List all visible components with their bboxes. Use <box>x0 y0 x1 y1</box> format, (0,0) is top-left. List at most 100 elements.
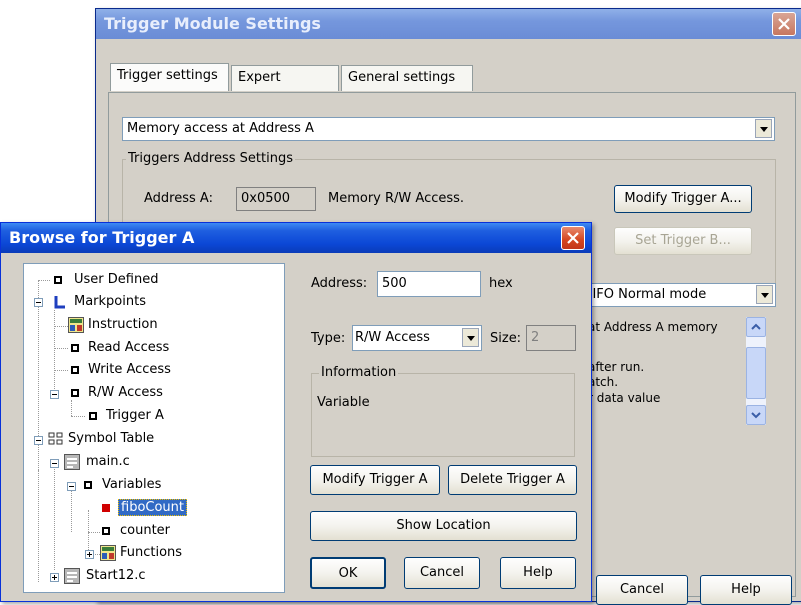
tree-item-trigger-a[interactable]: Trigger A <box>86 407 164 425</box>
dialog-cancel-button[interactable]: Cancel <box>404 557 480 589</box>
tab-expert-triggers[interactable]: Expert triggers <box>231 65 339 109</box>
main-help-button[interactable]: Help <box>700 575 792 605</box>
collapse-toggle[interactable] <box>67 482 76 491</box>
dialog-help-button[interactable]: Help <box>500 557 576 589</box>
expand-toggle[interactable] <box>85 550 94 559</box>
tree-line <box>71 416 85 417</box>
size-label: Size: <box>490 331 522 346</box>
description-line: at Address A memory <box>588 320 718 334</box>
square-node-icon <box>84 481 92 489</box>
access-description: Memory R/W Access. <box>328 191 465 206</box>
fifo-mode-select[interactable]: FIFO Normal mode <box>580 283 776 307</box>
modify-trigger-a-button[interactable]: Modify Trigger A... <box>614 185 752 213</box>
address-a-label: Address A: <box>144 191 213 206</box>
button-label: Modify Trigger A <box>322 472 428 487</box>
tree-item-main-c[interactable]: main.c <box>64 453 130 471</box>
tree-item-instruction[interactable]: Instruction <box>68 316 158 334</box>
tab-trigger-settings[interactable]: Trigger settings <box>110 63 229 91</box>
main-window-titlebar[interactable]: Trigger Module Settings <box>96 9 801 39</box>
tree-item-label-selected: fiboCount <box>118 499 188 516</box>
chevron-up-icon <box>751 323 761 330</box>
button-label: Modify Trigger A... <box>624 191 742 206</box>
chevron-down-icon[interactable] <box>462 328 479 347</box>
collapse-toggle[interactable] <box>34 436 43 445</box>
button-label: Cancel <box>619 582 665 597</box>
tree-line <box>54 326 68 327</box>
expand-toggle[interactable] <box>50 573 59 582</box>
type-select-value: R/W Access <box>355 330 430 345</box>
trigger-type-select[interactable]: Memory access at Address A <box>122 117 775 141</box>
symbol-tree-view[interactable]: User Defined Markpoints Instruction Read… <box>23 263 285 593</box>
tree-item-label: Variables <box>102 477 162 492</box>
button-label: Help <box>523 565 553 580</box>
tree-line <box>54 370 68 371</box>
scroll-up-button[interactable] <box>746 317 766 337</box>
dialog-title: Browse for Trigger A <box>9 228 195 247</box>
type-select[interactable]: R/W Access <box>352 325 482 351</box>
size-field: 2 <box>526 325 576 351</box>
description-text-area[interactable]: at Address A memory after run. atch. r d… <box>580 311 776 425</box>
button-label: Delete Trigger A <box>460 472 565 487</box>
tree-item-variables[interactable]: Variables <box>82 476 161 494</box>
button-label: Set Trigger B... <box>635 233 731 248</box>
information-text: Variable <box>317 395 370 410</box>
square-node-icon <box>89 412 97 420</box>
type-label: Type: <box>311 331 346 346</box>
address-unit-label: hex <box>489 276 513 291</box>
tab-general-settings[interactable]: General settings <box>341 65 473 91</box>
tree-line <box>71 488 72 532</box>
dialog-close-button[interactable] <box>561 226 585 250</box>
delete-trigger-a-button[interactable]: Delete Trigger A <box>448 465 577 495</box>
tree-item-write-access[interactable]: Write Access <box>68 361 171 379</box>
trigger-type-value: Memory access at Address A <box>127 121 314 136</box>
chevron-down-icon[interactable] <box>756 285 773 304</box>
tree-line <box>54 310 55 395</box>
information-group <box>311 373 575 457</box>
main-window-close-button[interactable] <box>772 12 796 36</box>
tree-item-counter[interactable]: counter <box>100 522 170 540</box>
tree-item-user-defined[interactable]: User Defined <box>54 271 158 289</box>
markpoint-icon <box>54 296 65 309</box>
scroll-thumb[interactable] <box>746 347 766 399</box>
dialog-modify-trigger-a-button[interactable]: Modify Trigger A <box>310 465 440 495</box>
tree-item-symbol-table[interactable]: Symbol Table <box>48 430 154 448</box>
tree-item-start12-c[interactable]: Start12.c <box>64 567 146 585</box>
chevron-down-icon[interactable] <box>755 119 772 138</box>
tree-item-label: User Defined <box>74 272 159 287</box>
tree-item-markpoints[interactable]: Markpoints <box>54 293 146 311</box>
dialog-titlebar[interactable]: Browse for Trigger A <box>1 223 591 253</box>
tree-item-read-access[interactable]: Read Access <box>68 339 169 357</box>
tree-item-label: Read Access <box>88 340 170 355</box>
collapse-toggle[interactable] <box>50 459 59 468</box>
tree-line <box>38 280 50 281</box>
tree-item-rw-access[interactable]: R/W Access <box>68 384 163 402</box>
file-icon <box>64 454 80 470</box>
close-icon <box>567 232 579 244</box>
ok-button[interactable]: OK <box>310 557 386 589</box>
set-trigger-b-button[interactable]: Set Trigger B... <box>614 227 752 255</box>
tree-item-label: main.c <box>86 454 130 469</box>
tree-item-fibocount[interactable]: fiboCount <box>100 499 188 517</box>
functions-icon <box>100 545 116 561</box>
main-cancel-button[interactable]: Cancel <box>596 575 688 605</box>
show-location-button[interactable]: Show Location <box>310 511 577 541</box>
description-line: r data value <box>588 391 661 405</box>
main-tabs: Trigger settings Expert triggers General… <box>110 63 790 109</box>
tree-item-label: Write Access <box>88 362 171 377</box>
collapse-toggle[interactable] <box>50 390 59 399</box>
tree-item-label: Start12.c <box>86 568 146 583</box>
symbol-table-icon <box>48 432 63 445</box>
tree-item-functions[interactable]: Functions <box>100 544 182 562</box>
square-node-icon <box>71 344 79 352</box>
tab-label: Trigger settings <box>117 68 218 83</box>
tree-line <box>54 348 68 349</box>
square-node-icon <box>102 527 110 535</box>
tree-item-label: Symbol Table <box>68 431 155 446</box>
collapse-toggle[interactable] <box>34 298 43 307</box>
address-input[interactable]: 500 <box>377 271 481 297</box>
square-node-icon <box>71 389 79 397</box>
scroll-down-button[interactable] <box>746 405 766 425</box>
description-scrollbar[interactable] <box>746 317 766 425</box>
information-group-label: Information <box>319 365 399 380</box>
file-icon <box>64 568 80 584</box>
